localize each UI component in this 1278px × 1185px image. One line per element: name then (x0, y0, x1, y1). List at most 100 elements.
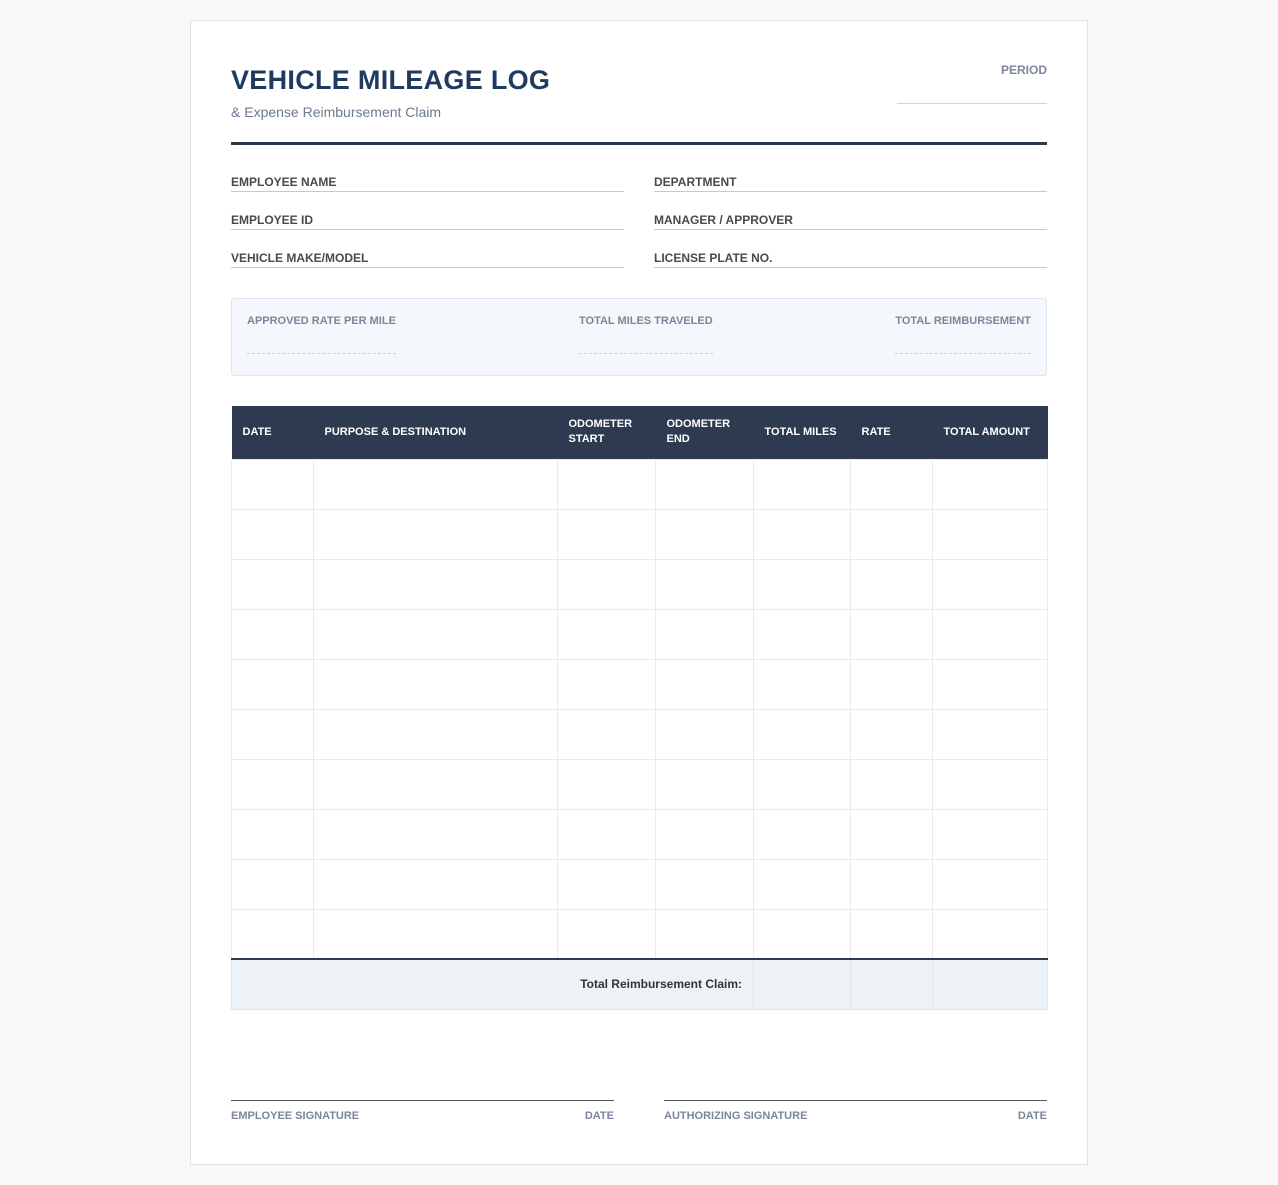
table-cell[interactable] (557, 508, 656, 560)
table-cell[interactable] (557, 658, 656, 710)
table-cell[interactable] (850, 808, 933, 860)
table-cell[interactable] (231, 608, 314, 660)
table-cell[interactable] (850, 908, 933, 960)
table-cell[interactable] (655, 708, 754, 760)
table-row (231, 908, 1048, 960)
table-cell[interactable] (655, 908, 754, 960)
table-cell[interactable] (932, 508, 1048, 560)
summary-box: APPROVED RATE PER MILE TOTAL MILES TRAVE… (231, 298, 1047, 376)
table-cell[interactable] (850, 608, 933, 660)
table-cell[interactable] (850, 558, 933, 610)
table-cell[interactable] (753, 758, 851, 810)
table-cell[interactable] (850, 458, 933, 510)
table-cell[interactable] (932, 458, 1048, 510)
table-cell[interactable] (655, 558, 754, 610)
total-row: Total Reimbursement Claim: (231, 958, 1048, 1010)
total-miles-cell[interactable] (753, 958, 851, 1010)
employee-id-label: EMPLOYEE ID (231, 213, 314, 227)
approved-rate-line[interactable] (247, 353, 396, 354)
table-cell[interactable] (753, 708, 851, 760)
table-cell[interactable] (850, 858, 933, 910)
table-cell[interactable] (932, 708, 1048, 760)
table-row (231, 758, 1048, 810)
table-cell[interactable] (753, 658, 851, 710)
total-reimbursement-line[interactable] (895, 353, 1031, 354)
table-cell[interactable] (753, 858, 851, 910)
table-cell[interactable] (313, 658, 558, 710)
table-cell[interactable] (655, 758, 754, 810)
table-cell[interactable] (850, 658, 933, 710)
table-cell[interactable] (753, 808, 851, 860)
period-label: PERIOD (1000, 63, 1047, 77)
table-cell[interactable] (557, 708, 656, 760)
table-cell[interactable] (313, 508, 558, 560)
table-cell[interactable] (313, 708, 558, 760)
table-cell[interactable] (655, 858, 754, 910)
employee-name-field[interactable]: EMPLOYEE NAME (231, 166, 624, 192)
table-cell[interactable] (655, 608, 754, 660)
table-row (231, 558, 1048, 610)
table-cell[interactable] (932, 758, 1048, 810)
table-cell[interactable] (313, 908, 558, 960)
table-cell[interactable] (231, 708, 314, 760)
total-miles-item[interactable]: TOTAL MILES TRAVELED (579, 315, 713, 354)
department-field[interactable]: DEPARTMENT (654, 166, 1047, 192)
table-cell[interactable] (753, 458, 851, 510)
table-cell[interactable] (231, 658, 314, 710)
total-amount-cell[interactable] (932, 958, 1048, 1010)
table-cell[interactable] (557, 558, 656, 610)
table-cell[interactable] (313, 758, 558, 810)
table-cell[interactable] (655, 458, 754, 510)
employee-id-field[interactable]: EMPLOYEE ID (231, 204, 624, 230)
table-cell[interactable] (753, 558, 851, 610)
vehicle-make-model-field[interactable]: VEHICLE MAKE/MODEL (231, 242, 624, 268)
table-cell[interactable] (557, 808, 656, 860)
table-cell[interactable] (231, 858, 314, 910)
table-cell[interactable] (850, 758, 933, 810)
table-cell[interactable] (313, 808, 558, 860)
table-cell[interactable] (557, 858, 656, 910)
table-cell[interactable] (655, 808, 754, 860)
table-cell[interactable] (231, 808, 314, 860)
table-cell[interactable] (231, 558, 314, 610)
table-cell[interactable] (313, 608, 558, 660)
table-cell[interactable] (313, 458, 558, 510)
table-cell[interactable] (932, 808, 1048, 860)
table-cell[interactable] (313, 558, 558, 610)
table-cell[interactable] (557, 908, 656, 960)
table-cell[interactable] (932, 858, 1048, 910)
authorizing-date-label: DATE (1017, 1110, 1047, 1122)
table-cell[interactable] (753, 608, 851, 660)
approved-rate-item[interactable]: APPROVED RATE PER MILE (247, 315, 396, 354)
period-field[interactable] (897, 103, 1047, 104)
table-cell[interactable] (850, 508, 933, 560)
table-cell[interactable] (231, 458, 314, 510)
table-cell[interactable] (231, 758, 314, 810)
table-cell[interactable] (655, 508, 754, 560)
table-cell[interactable] (932, 908, 1048, 960)
table-cell[interactable] (557, 458, 656, 510)
table-cell[interactable] (557, 608, 656, 660)
authorizing-signature-line[interactable]: AUTHORIZING SIGNATURE DATE (664, 1100, 1047, 1130)
license-plate-field[interactable]: LICENSE PLATE NO. (654, 242, 1047, 268)
col-header-purpose: PURPOSE & DESTINATION (313, 406, 558, 459)
table-cell[interactable] (753, 508, 851, 560)
table-cell[interactable] (231, 508, 314, 560)
total-rate-cell[interactable] (850, 958, 933, 1010)
table-cell[interactable] (231, 908, 314, 960)
table-cell[interactable] (313, 858, 558, 910)
table-cell[interactable] (655, 658, 754, 710)
total-miles-line[interactable] (579, 353, 713, 354)
col-header-date: DATE (231, 406, 314, 459)
vehicle-make-model-label: VEHICLE MAKE/MODEL (231, 251, 369, 265)
table-cell[interactable] (932, 558, 1048, 610)
table-cell[interactable] (932, 608, 1048, 660)
table-cell[interactable] (753, 908, 851, 960)
table-cell[interactable] (850, 708, 933, 760)
total-reimbursement-item[interactable]: TOTAL REIMBURSEMENT (895, 315, 1031, 354)
employee-signature-line[interactable]: EMPLOYEE SIGNATURE DATE (231, 1100, 614, 1130)
table-cell[interactable] (557, 758, 656, 810)
manager-approver-label: MANAGER / APPROVER (654, 213, 793, 227)
table-cell[interactable] (932, 658, 1048, 710)
manager-approver-field[interactable]: MANAGER / APPROVER (654, 204, 1047, 230)
